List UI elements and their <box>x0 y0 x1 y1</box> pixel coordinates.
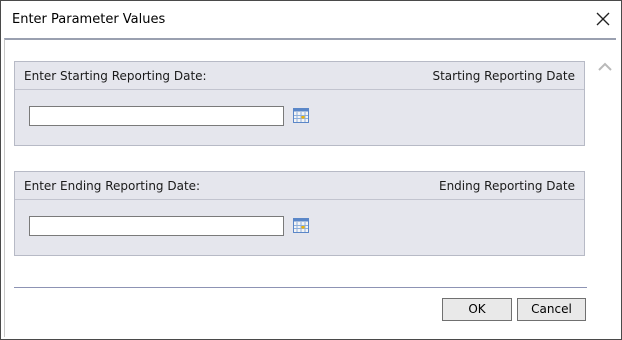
cancel-button[interactable]: Cancel <box>517 298 586 321</box>
start-date-panel: Enter Starting Reporting Date: Starting … <box>14 61 585 146</box>
footer-separator <box>14 287 587 288</box>
start-date-input[interactable] <box>29 106 284 126</box>
end-date-input[interactable] <box>29 216 284 236</box>
close-icon[interactable] <box>591 7 615 31</box>
parameter-dialog: Enter Parameter Values Enter Starting Re… <box>0 0 622 340</box>
end-date-panel: Enter Ending Reporting Date: Ending Repo… <box>14 171 585 256</box>
end-date-panel-header: Enter Ending Reporting Date: Ending Repo… <box>15 172 584 200</box>
start-date-parameter-name: Starting Reporting Date <box>432 69 575 83</box>
end-date-parameter-name: Ending Reporting Date <box>438 179 575 193</box>
end-date-prompt: Enter Ending Reporting Date: <box>24 179 201 193</box>
chevron-up-icon[interactable] <box>596 59 614 75</box>
title-bar: Enter Parameter Values <box>1 1 621 37</box>
calendar-icon[interactable] <box>293 218 309 233</box>
start-date-prompt: Enter Starting Reporting Date: <box>24 69 207 83</box>
ok-button[interactable]: OK <box>442 298 512 321</box>
calendar-icon[interactable] <box>293 108 309 123</box>
start-date-panel-header: Enter Starting Reporting Date: Starting … <box>15 62 584 90</box>
dialog-title: Enter Parameter Values <box>12 12 166 27</box>
